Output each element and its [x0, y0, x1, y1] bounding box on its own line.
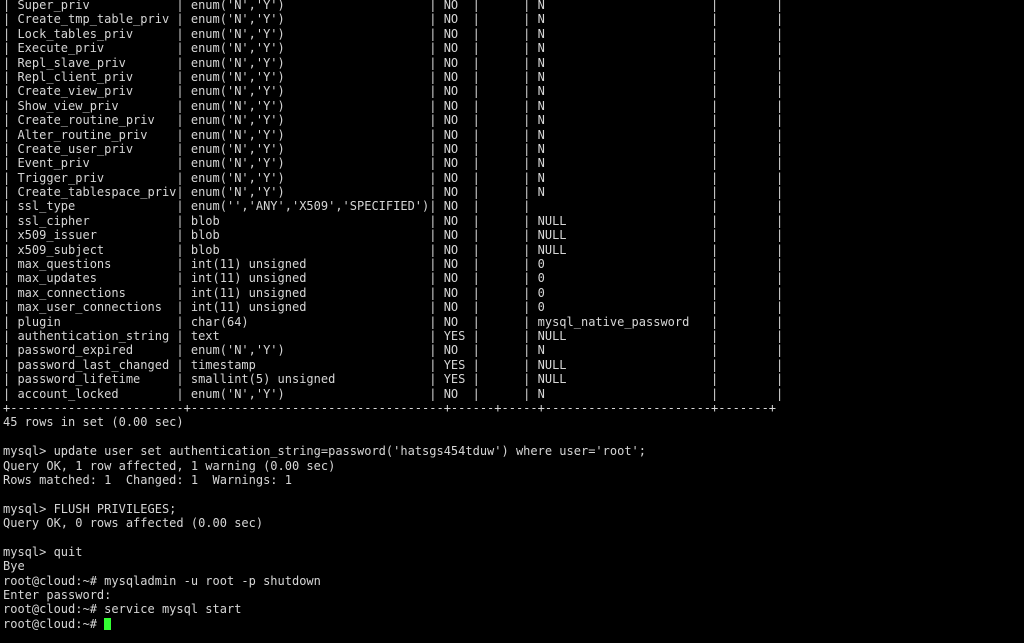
table-row: | Super_priv | enum('N','Y') | NO | | N …: [3, 0, 784, 12]
table-row: | x509_issuer | blob | NO | | NULL | |: [3, 228, 784, 243]
table-row: | Repl_slave_priv | enum('N','Y') | NO |…: [3, 55, 784, 70]
command-output: Enter password:: [3, 588, 112, 603]
table-row: | max_user_connections | int(11) unsigne…: [3, 300, 784, 315]
table-row: | Trigger_priv | enum('N','Y') | NO | | …: [3, 170, 784, 185]
table-row: | ssl_type | enum('','ANY','X509','SPECI…: [3, 199, 784, 214]
table-row: | Create_tablespace_priv| enum('N','Y') …: [3, 185, 784, 200]
table-row: | password_last_changed | timestamp | YE…: [3, 357, 784, 372]
table-row: | Show_view_priv | enum('N','Y') | NO | …: [3, 98, 784, 113]
table-row: | Event_priv | enum('N','Y') | NO | | N …: [3, 156, 784, 171]
table-row: | max_updates | int(11) unsigned | NO | …: [3, 271, 784, 286]
command-line[interactable]: mysql> update user set authentication_st…: [3, 444, 783, 458]
table-row: | authentication_string | text | YES | |…: [3, 328, 784, 343]
table-separator: +------------------------+--------------…: [3, 400, 777, 415]
table-row: | max_connections | int(11) unsigned | N…: [3, 285, 784, 300]
table-row: | Repl_client_priv | enum('N','Y') | NO …: [3, 69, 784, 84]
table-row: | max_questions | int(11) unsigned | NO …: [3, 257, 784, 272]
command-line[interactable]: mysql> FLUSH PRIVILEGES;: [3, 502, 783, 516]
table-row: | Create_routine_priv | enum('N','Y') | …: [3, 113, 784, 128]
table-row: | Create_view_priv | enum('N','Y') | NO …: [3, 84, 784, 99]
terminal-screen[interactable]: | Super_priv | enum('N','Y') | NO | | N …: [3, 0, 783, 631]
table-row: | x509_subject | blob | NO | | NULL | |: [3, 242, 784, 257]
table-row: | ssl_cipher | blob | NO | | NULL | |: [3, 213, 784, 228]
table-row: | Create_tmp_table_priv | enum('N','Y') …: [3, 12, 784, 27]
command-output: Rows matched: 1 Changed: 1 Warnings: 1: [3, 472, 292, 487]
text-cursor: [104, 617, 112, 630]
command-output: Query OK, 1 row affected, 1 warning (0.0…: [3, 458, 336, 473]
table-row: | Alter_routine_priv | enum('N','Y') | N…: [3, 127, 784, 142]
table-row: | account_locked | enum('N','Y') | NO | …: [3, 386, 784, 401]
table-row: | plugin | char(64) | NO | | mysql_nativ…: [3, 314, 784, 329]
terminal-window[interactable]: | Super_priv | enum('N','Y') | NO | | N …: [0, 0, 1024, 643]
active-command-line[interactable]: root@cloud:~#: [3, 617, 783, 631]
command-output: Bye: [3, 559, 25, 574]
command-output: Query OK, 0 rows affected (0.00 sec): [3, 516, 264, 531]
table-row: | Create_user_priv | enum('N','Y') | NO …: [3, 141, 784, 156]
table-row: | Lock_tables_priv | enum('N','Y') | NO …: [3, 26, 784, 41]
query-result-count: 45 rows in set (0.00 sec): [3, 415, 184, 430]
command-line[interactable]: mysql> quit: [3, 545, 783, 559]
table-row: | Execute_priv | enum('N','Y') | NO | | …: [3, 41, 784, 56]
command-line[interactable]: root@cloud:~# service mysql start: [3, 602, 783, 616]
command-line[interactable]: root@cloud:~# mysqladmin -u root -p shut…: [3, 574, 783, 588]
table-row: | password_lifetime | smallint(5) unsign…: [3, 372, 784, 387]
table-row: | password_expired | enum('N','Y') | NO …: [3, 343, 784, 358]
